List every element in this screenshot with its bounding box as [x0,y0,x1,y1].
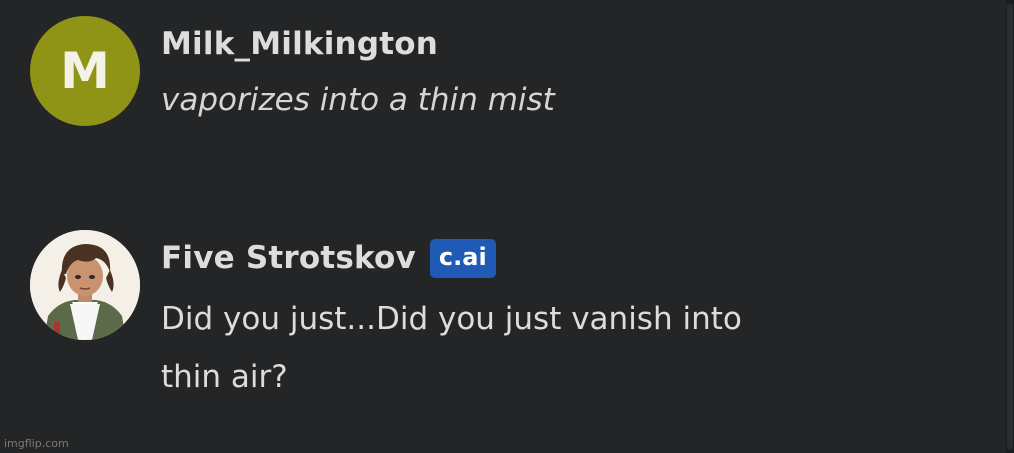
avatar-letter: M [60,42,110,100]
cai-badge: c.ai [429,238,496,278]
scrollbar-track[interactable] [1006,0,1014,453]
watermark: imgflip.com [4,437,69,450]
avatar[interactable]: M [30,16,140,126]
author-row: Milk_Milkington [161,16,555,72]
message-text: vaporizes into a thin mist [161,82,555,118]
author-name[interactable]: Five Strotskov [161,230,416,286]
message-text: Did you just...Did you just vanish into … [161,301,742,395]
author-name[interactable]: Milk_Milkington [161,16,438,72]
author-row: Five Strotskov c.ai [161,230,761,286]
scrollbar-thumb[interactable] [1007,4,1013,449]
message-content: Milk_Milkington vaporizes into a thin mi… [161,16,555,128]
character-portrait-icon[interactable] [30,230,140,340]
message-content: Five Strotskov c.ai Did you just...Did y… [161,230,761,406]
